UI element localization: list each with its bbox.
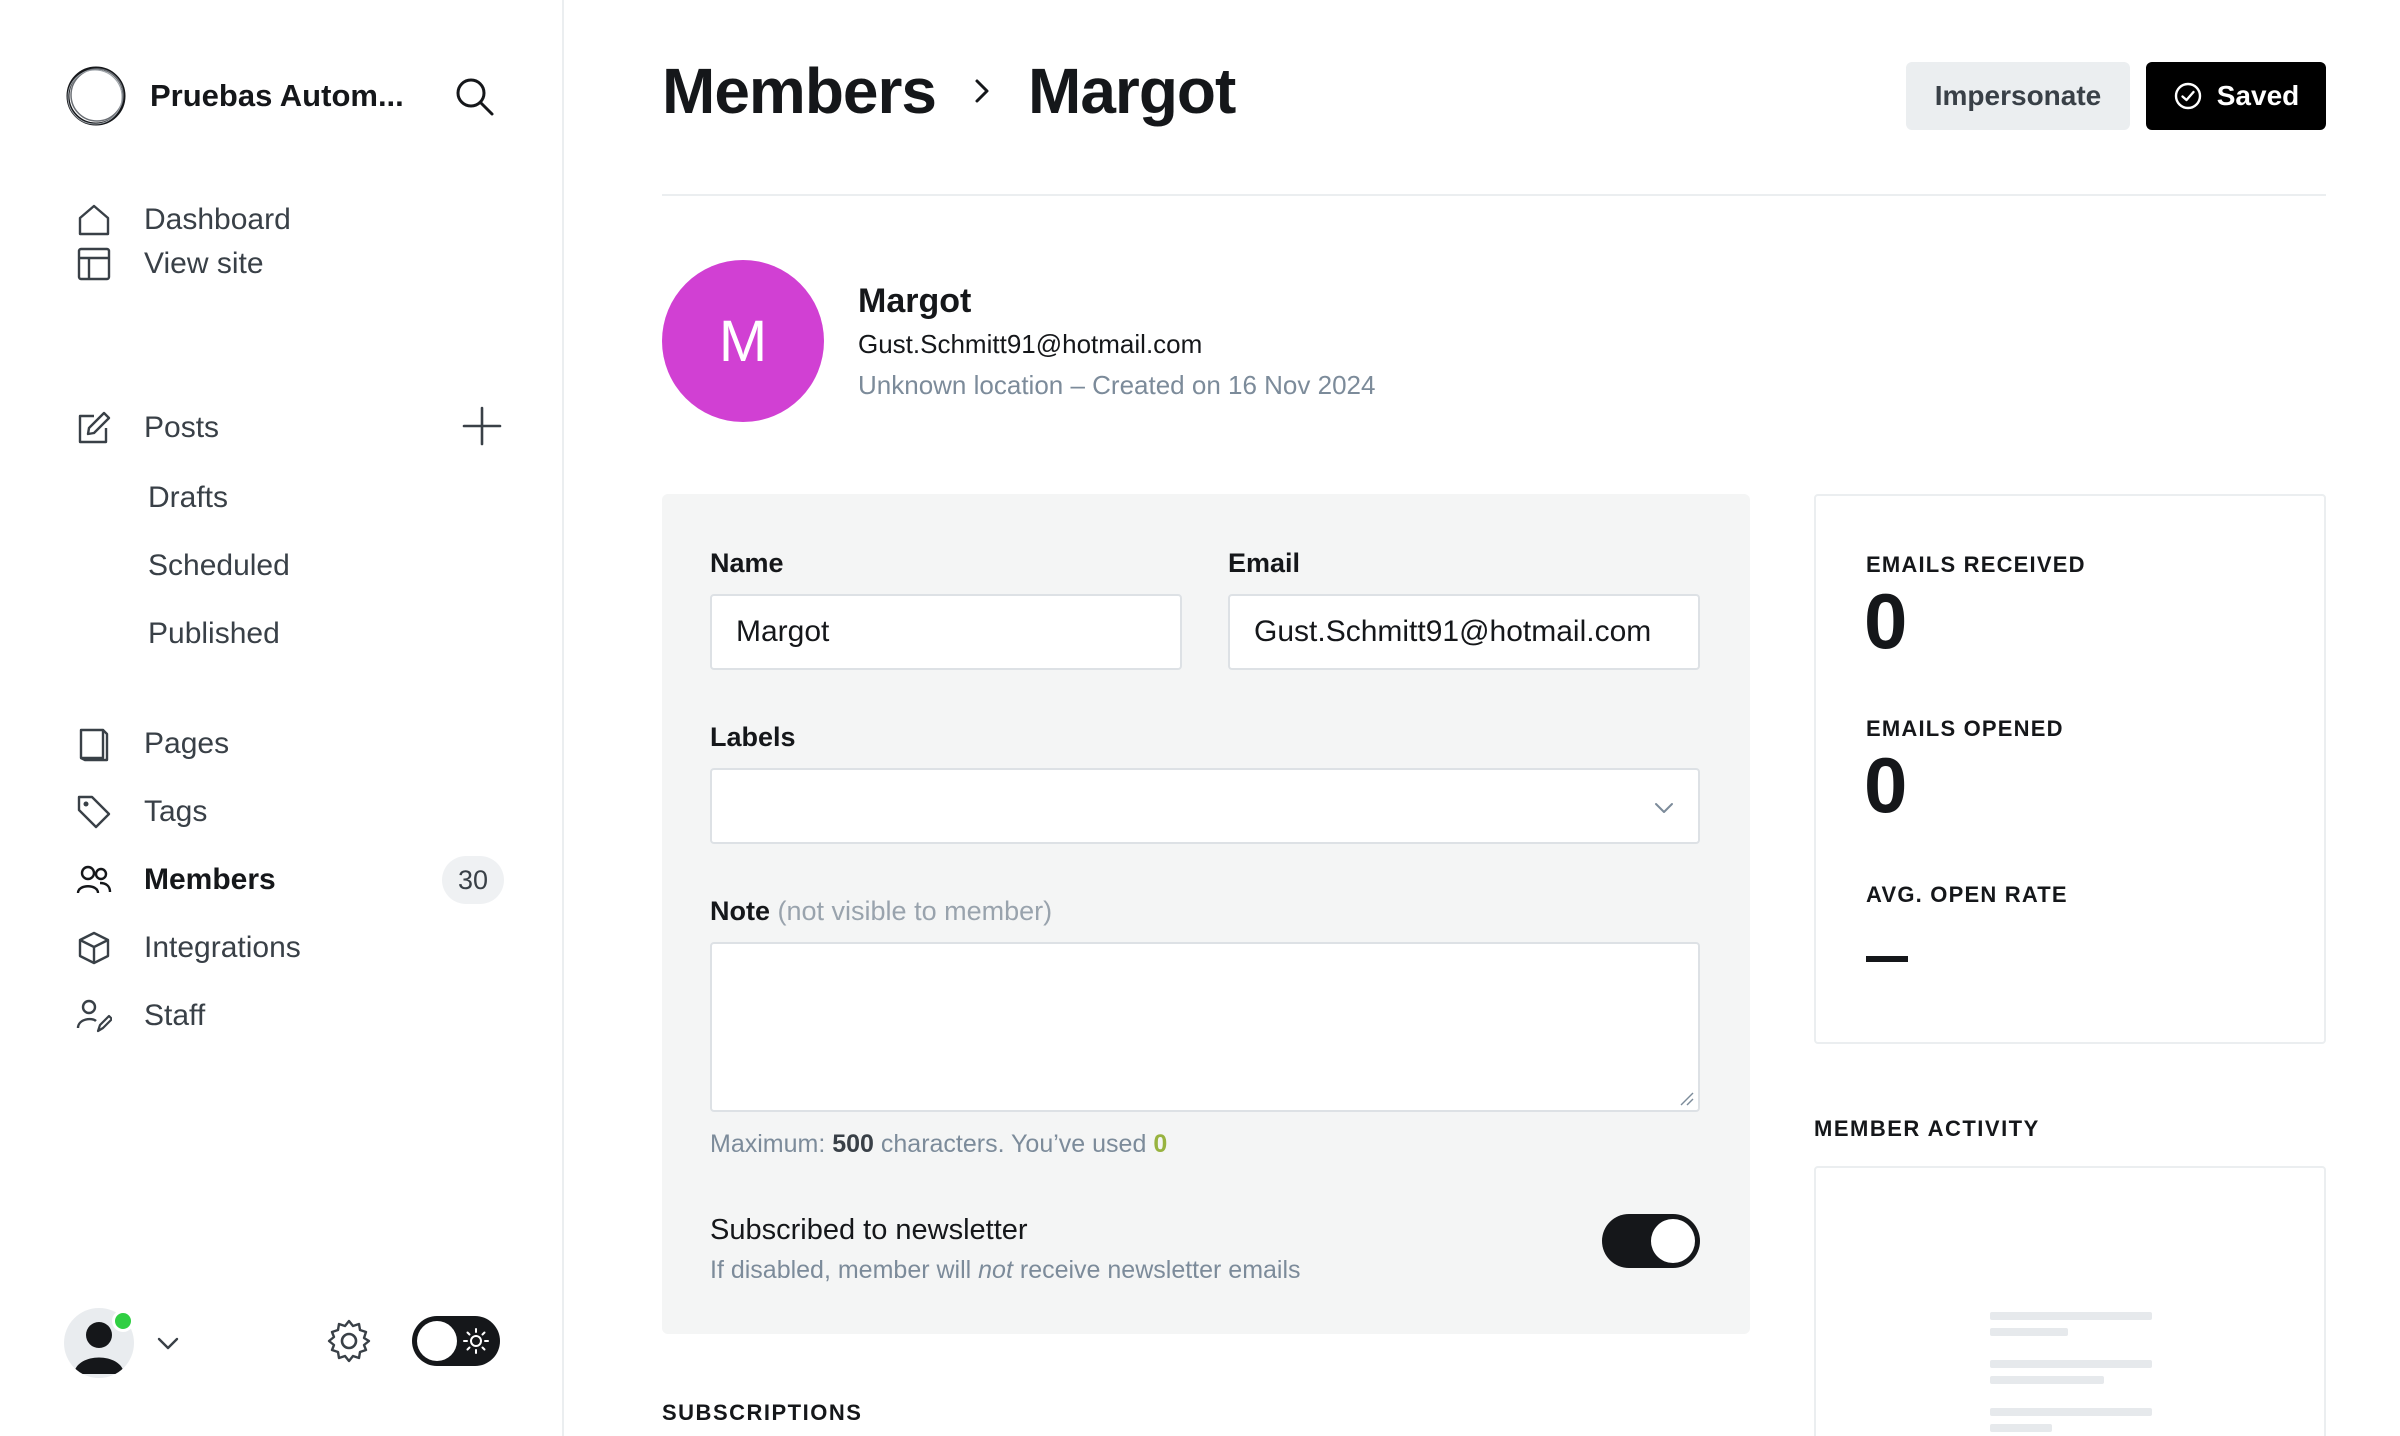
sidebar-item-label: Drafts: [148, 481, 229, 514]
email-stats-card: EMAILS RECEIVED 0 EMAILS OPENED 0 AVG. O…: [1814, 494, 2326, 1044]
search-icon[interactable]: [452, 74, 496, 118]
sidebar-item-pages[interactable]: Pages: [74, 716, 504, 772]
note-sublabel: (not visible to member): [777, 896, 1053, 926]
edit-icon: [74, 408, 114, 448]
sidebar-item-posts[interactable]: Posts: [74, 400, 374, 456]
activity-placeholder-line: [1990, 1328, 2068, 1336]
sidebar-item-label: Tags: [144, 795, 208, 828]
sidebar-item-tags[interactable]: Tags: [74, 784, 504, 840]
name-label: Name: [710, 548, 784, 578]
note-label: Note (not visible to member): [710, 896, 1052, 927]
activity-placeholder-line: [1990, 1376, 2104, 1384]
theme-toggle[interactable]: [412, 1316, 500, 1366]
page-icon: [74, 724, 114, 764]
member-meta: Unknown location – Created on 16 Nov 202…: [858, 369, 1376, 400]
newsletter-desc-b: receive newsletter emails: [1012, 1256, 1301, 1284]
emails-opened-label: EMAILS OPENED: [1866, 716, 2064, 741]
activity-placeholder-line: [1990, 1408, 2152, 1416]
saved-button[interactable]: Saved: [2146, 62, 2326, 130]
sidebar-item-label: Dashboard: [144, 203, 291, 236]
member-info: Margot Gust.Schmitt91@hotmail.com Unknow…: [858, 282, 1375, 401]
newsletter-desc-em: not: [978, 1256, 1013, 1284]
sidebar-item-integrations[interactable]: Integrations: [74, 920, 504, 976]
staff-icon: [74, 996, 114, 1036]
member-avatar: M: [662, 260, 824, 422]
name-input[interactable]: [710, 594, 1182, 670]
hint-max: 500: [832, 1130, 874, 1158]
brand[interactable]: Pruebas Autom...: [64, 64, 404, 128]
breadcrumb-members-link[interactable]: Members: [662, 54, 937, 128]
member-name: Margot: [858, 281, 972, 320]
newsletter-toggle-knob: [1651, 1219, 1695, 1263]
new-post-plus-icon[interactable]: [460, 404, 504, 448]
chevron-down-icon: [157, 1337, 179, 1350]
gear-icon[interactable]: [326, 1318, 372, 1364]
box-icon: [74, 928, 114, 968]
chevron-down-icon: [1655, 803, 1673, 813]
resize-handle-icon[interactable]: [1678, 1090, 1694, 1106]
sidebar-item-label: Members: [144, 863, 276, 896]
page-title: Margot: [1028, 55, 1236, 127]
labels-select[interactable]: [710, 768, 1700, 844]
members-count-badge: 30: [442, 856, 504, 904]
email-label: Email: [1228, 548, 1301, 578]
sidebar-item-label: Posts: [144, 411, 220, 444]
impersonate-button[interactable]: Impersonate: [1906, 62, 2130, 130]
sidebar: Pruebas Autom... Dashboard View site Pos…: [0, 0, 564, 1436]
emails-received-label: EMAILS RECEIVED: [1866, 552, 2086, 577]
breadcrumb: Members Margot: [662, 54, 1236, 128]
saved-button-label: Saved: [2216, 80, 2300, 111]
member-header: M Margot Gust.Schmitt91@hotmail.com Unkn…: [662, 260, 1375, 422]
theme-toggle-knob: [417, 1321, 457, 1361]
note-char-hint: Maximum: 500 characters. You’ve used 0: [710, 1130, 1167, 1159]
sidebar-item-label: Scheduled: [148, 549, 290, 582]
hint-used: 0: [1153, 1130, 1168, 1158]
members-icon: [74, 860, 114, 900]
newsletter-toggle[interactable]: [1602, 1214, 1700, 1268]
sidebar-item-label: Pages: [144, 727, 230, 760]
check-circle-icon: [2174, 82, 2201, 110]
activity-placeholder-line: [1990, 1424, 2052, 1432]
avg-open-rate-empty-dash: [1866, 956, 1908, 962]
emails-received-value: 0: [1864, 577, 1908, 665]
newsletter-title: Subscribed to newsletter: [710, 1214, 1028, 1246]
emails-opened-value: 0: [1864, 741, 1908, 829]
hint-mid: characters. You’ve used: [873, 1130, 1154, 1158]
hint-prefix: Maximum:: [710, 1130, 833, 1158]
avg-open-rate-label: AVG. OPEN RATE: [1866, 882, 2068, 907]
member-activity-card: [1814, 1166, 2326, 1436]
sidebar-item-label: Staff: [144, 999, 206, 1032]
header-divider: [662, 194, 2326, 196]
activity-placeholder-line: [1990, 1312, 2152, 1320]
note-textarea[interactable]: [710, 942, 1700, 1112]
email-input[interactable]: [1228, 594, 1700, 670]
member-activity-heading: MEMBER ACTIVITY: [1814, 1116, 2040, 1141]
sidebar-item-drafts[interactable]: Drafts: [148, 470, 578, 526]
online-status-dot: [112, 1310, 134, 1332]
sidebar-item-label: View site: [144, 247, 264, 280]
site-name: Pruebas Autom...: [150, 78, 404, 113]
sun-icon: [463, 1328, 489, 1354]
sidebar-item-members[interactable]: Members 30: [74, 852, 504, 908]
sidebar-item-staff[interactable]: Staff: [74, 988, 504, 1044]
activity-placeholder-line: [1990, 1360, 2152, 1368]
member-email: Gust.Schmitt91@hotmail.com: [858, 328, 1203, 359]
sidebar-item-scheduled[interactable]: Scheduled: [148, 538, 578, 594]
sidebar-item-published[interactable]: Published: [148, 606, 578, 662]
home-icon: [74, 200, 114, 240]
subscriptions-heading: SUBSCRIPTIONS: [662, 1400, 863, 1425]
member-form: Name Email Labels Note (not visible to m…: [662, 494, 1750, 1334]
note-label-text: Note: [710, 896, 770, 926]
app-root: Pruebas Autom... Dashboard View site Pos…: [0, 0, 2400, 1436]
tag-icon: [74, 792, 114, 832]
layout-icon: [74, 244, 114, 284]
sidebar-item-label: Integrations: [144, 931, 301, 964]
labels-label: Labels: [710, 722, 796, 752]
newsletter-description: If disabled, member will not receive new…: [710, 1256, 1301, 1285]
sidebar-item-view-site[interactable]: View site: [74, 236, 504, 292]
newsletter-desc-a: If disabled, member will: [710, 1256, 979, 1284]
ghost-logo-icon: [66, 66, 126, 126]
chevron-right-icon: [975, 79, 989, 103]
sidebar-item-label: Published: [148, 617, 280, 650]
